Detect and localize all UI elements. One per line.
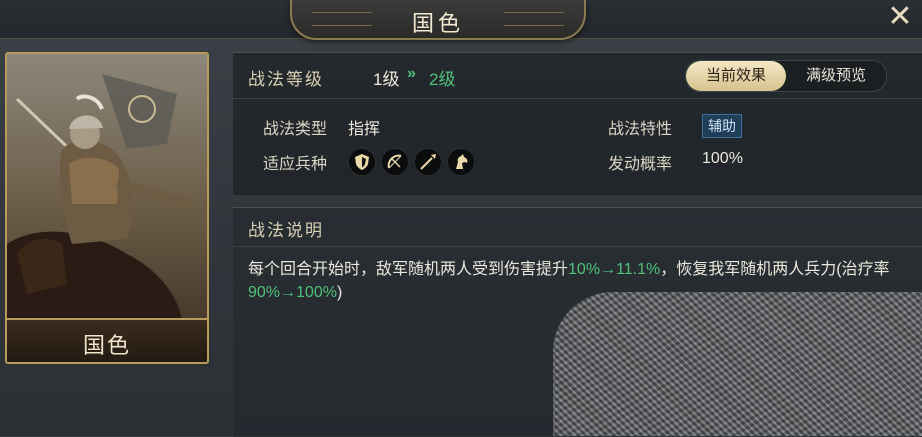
level-current: 1级 bbox=[373, 70, 400, 89]
level-next: 2级 bbox=[429, 70, 456, 89]
bow-icon bbox=[381, 148, 409, 176]
max-level-preview-tab[interactable]: 满级预览 bbox=[786, 61, 886, 91]
description-part: ) bbox=[336, 284, 343, 301]
shield-icon bbox=[348, 148, 376, 176]
horse-icon bbox=[447, 148, 475, 176]
level-label: 战法等级 bbox=[248, 70, 324, 89]
skill-trait-label: 战法特性 bbox=[608, 121, 673, 138]
page-title: 国色 bbox=[411, 11, 464, 36]
close-icon: ✕ bbox=[887, 0, 913, 33]
title-banner: 国色 bbox=[290, 0, 586, 40]
close-button[interactable]: ✕ bbox=[884, 2, 916, 34]
description-title: 战法说明 bbox=[248, 221, 324, 240]
blurred-watermark bbox=[553, 292, 922, 436]
trigger-rate-label: 发动概率 bbox=[608, 156, 673, 173]
skill-type-value: 指挥 bbox=[348, 121, 381, 138]
skill-card: 国色 bbox=[5, 52, 209, 364]
description-part: 每个回合开始时，敌军随机两人受到伤害提升 bbox=[248, 261, 569, 278]
spear-icon bbox=[414, 148, 442, 176]
mounted-general-portrait bbox=[7, 54, 207, 362]
divider bbox=[233, 98, 922, 99]
damage-boost-value: 10%→11.1% bbox=[568, 261, 661, 278]
card-name-plate: 国色 bbox=[7, 318, 207, 362]
level-arrow-icon: » bbox=[407, 65, 416, 82]
description-divider bbox=[233, 246, 922, 247]
skill-type-label: 战法类型 bbox=[263, 121, 328, 138]
current-effect-tab[interactable]: 当前效果 bbox=[686, 61, 786, 91]
card-name: 国色 bbox=[82, 333, 131, 358]
troops-label: 适应兵种 bbox=[263, 156, 328, 173]
skill-trait-badge: 辅助 bbox=[702, 114, 742, 138]
description-part: ，恢复我军随机两人兵力(治疗率 bbox=[660, 261, 890, 278]
heal-rate-value: 90%→100% bbox=[248, 284, 337, 301]
skill-info-panel: 战法等级 1级 » 2级 当前效果 满级预览 战法类型 指挥 战法特性 辅助 适… bbox=[233, 52, 922, 195]
trigger-rate-value: 100% bbox=[702, 150, 743, 167]
effect-toggle: 当前效果 满级预览 bbox=[685, 60, 887, 92]
